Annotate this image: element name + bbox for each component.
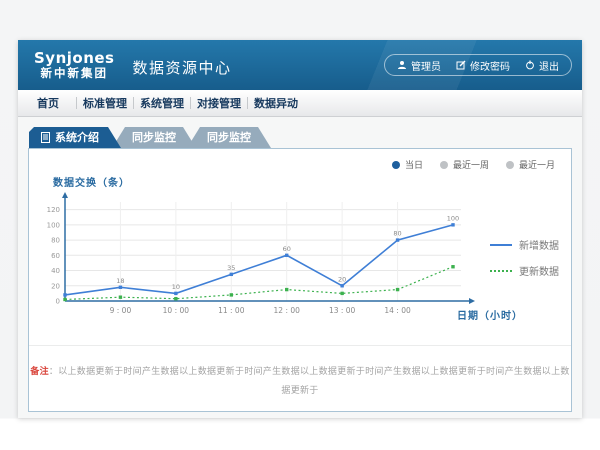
tab-sync-monitor-2[interactable]: 同步监控 bbox=[187, 127, 271, 148]
app-header: Synjones 新中新集团 数据资源中心 管理员 修改密码 退出 bbox=[18, 40, 582, 90]
tab-sync-monitor-1-label: 同步监控 bbox=[132, 127, 176, 148]
power-icon bbox=[525, 60, 535, 70]
radio-today[interactable]: 当日 bbox=[392, 158, 423, 171]
content-area: 系统介绍 同步监控 同步监控 当日 最近一周 bbox=[18, 117, 582, 418]
svg-text:80: 80 bbox=[51, 237, 60, 245]
svg-text:40: 40 bbox=[51, 267, 60, 275]
blue-line-sample bbox=[490, 244, 512, 246]
svg-text:14 : 00: 14 : 00 bbox=[384, 306, 411, 315]
legend-item-updated-data[interactable]: 更新数据 bbox=[490, 263, 559, 278]
logo-company-text: 新中新集团 bbox=[34, 67, 115, 80]
tab-sync-monitor-2-label: 同步监控 bbox=[207, 127, 251, 148]
nav-item-data-change[interactable]: 数据异动 bbox=[248, 95, 304, 111]
svg-text:18: 18 bbox=[116, 277, 124, 285]
user-actions-bar: 管理员 修改密码 退出 bbox=[384, 54, 572, 76]
legend-new-data-label: 新增数据 bbox=[519, 237, 559, 252]
svg-text:10 : 00: 10 : 00 bbox=[163, 306, 190, 315]
footnote-label: 备注 bbox=[30, 367, 49, 377]
svg-text:60: 60 bbox=[283, 245, 291, 253]
svg-text:0: 0 bbox=[56, 298, 60, 306]
radio-last-week-label: 最近一周 bbox=[453, 158, 489, 171]
tab-sync-monitor-1[interactable]: 同步监控 bbox=[112, 127, 196, 148]
green-dotted-line-sample bbox=[490, 270, 512, 272]
edit-icon bbox=[456, 60, 466, 70]
radio-dot bbox=[506, 161, 514, 169]
svg-text:12 : 00: 12 : 00 bbox=[274, 306, 301, 315]
svg-text:120: 120 bbox=[47, 206, 60, 214]
radio-today-label: 当日 bbox=[405, 158, 423, 171]
svg-text:10: 10 bbox=[172, 283, 180, 291]
nav-item-home[interactable]: 首页 bbox=[20, 95, 76, 111]
legend-item-new-data[interactable]: 新增数据 bbox=[490, 237, 559, 252]
x-axis-title: 日期（小时） bbox=[457, 307, 523, 322]
logout-label: 退出 bbox=[539, 58, 559, 73]
svg-text:35: 35 bbox=[227, 264, 235, 272]
svg-text:9 : 00: 9 : 00 bbox=[110, 306, 132, 315]
company-logo: Synjones 新中新集团 bbox=[34, 50, 115, 80]
tab-system-intro[interactable]: 系统介绍 bbox=[29, 127, 121, 148]
line-chart: 0 20 40 60 80 100 120 9 : 00 10 : 00 11 : 00 12 : … bbox=[35, 185, 487, 323]
svg-text:11 : 00: 11 : 00 bbox=[218, 306, 245, 315]
main-nav: 首页 标准管理 系统管理 对接管理 数据异动 bbox=[18, 90, 582, 117]
radio-last-month-label: 最近一月 bbox=[519, 158, 555, 171]
svg-text:13 : 00: 13 : 00 bbox=[329, 306, 356, 315]
radio-last-month[interactable]: 最近一月 bbox=[506, 158, 555, 171]
change-password-button[interactable]: 修改密码 bbox=[456, 58, 510, 73]
svg-text:100: 100 bbox=[47, 221, 60, 229]
logo-brand-text: Synjones bbox=[34, 50, 115, 67]
change-password-label: 修改密码 bbox=[470, 58, 510, 73]
page-title: 数据资源中心 bbox=[133, 53, 232, 78]
footnote: 备注：以上数据更新于时间产生数据以上数据更新于时间产生数据以上数据更新于时间产生… bbox=[30, 367, 569, 396]
tab-system-intro-label: 系统介绍 bbox=[55, 127, 99, 148]
time-range-filter: 当日 最近一周 最近一月 bbox=[392, 158, 555, 171]
nav-item-system-mgmt[interactable]: 系统管理 bbox=[134, 95, 190, 111]
footnote-section: 备注：以上数据更新于时间产生数据以上数据更新于时间产生数据以上数据更新于时间产生… bbox=[29, 345, 571, 411]
app-window: Synjones 新中新集团 数据资源中心 管理员 修改密码 退出 bbox=[18, 40, 582, 418]
svg-text:20: 20 bbox=[51, 282, 60, 290]
radio-dot-selected bbox=[392, 161, 400, 169]
svg-text:80: 80 bbox=[393, 230, 401, 238]
logout-button[interactable]: 退出 bbox=[525, 58, 559, 73]
svg-text:60: 60 bbox=[51, 252, 60, 260]
nav-item-standard-mgmt[interactable]: 标准管理 bbox=[77, 95, 133, 111]
chart-canvas: 0 20 40 60 80 100 120 9 : 00 10 : 00 11 : 00 12 : … bbox=[35, 185, 487, 319]
svg-text:100: 100 bbox=[447, 214, 459, 222]
user-icon bbox=[397, 60, 407, 70]
radio-dot bbox=[440, 161, 448, 169]
radio-last-week[interactable]: 最近一周 bbox=[440, 158, 489, 171]
admin-user-label: 管理员 bbox=[411, 58, 441, 73]
legend-updated-data-label: 更新数据 bbox=[519, 263, 559, 278]
svg-text:20: 20 bbox=[338, 275, 346, 283]
document-icon bbox=[41, 132, 50, 143]
footnote-text: ：以上数据更新于时间产生数据以上数据更新于时间产生数据以上数据更新于时间产生数据… bbox=[49, 367, 570, 396]
nav-item-interface-mgmt[interactable]: 对接管理 bbox=[191, 95, 247, 111]
chart-legend: 新增数据 更新数据 bbox=[490, 237, 559, 289]
admin-user-button[interactable]: 管理员 bbox=[397, 58, 441, 73]
tab-bar: 系统介绍 同步监控 同步监控 bbox=[29, 127, 271, 148]
chart-panel: 当日 最近一周 最近一月 数据交换（条） 0204060801001209 : … bbox=[28, 148, 572, 412]
